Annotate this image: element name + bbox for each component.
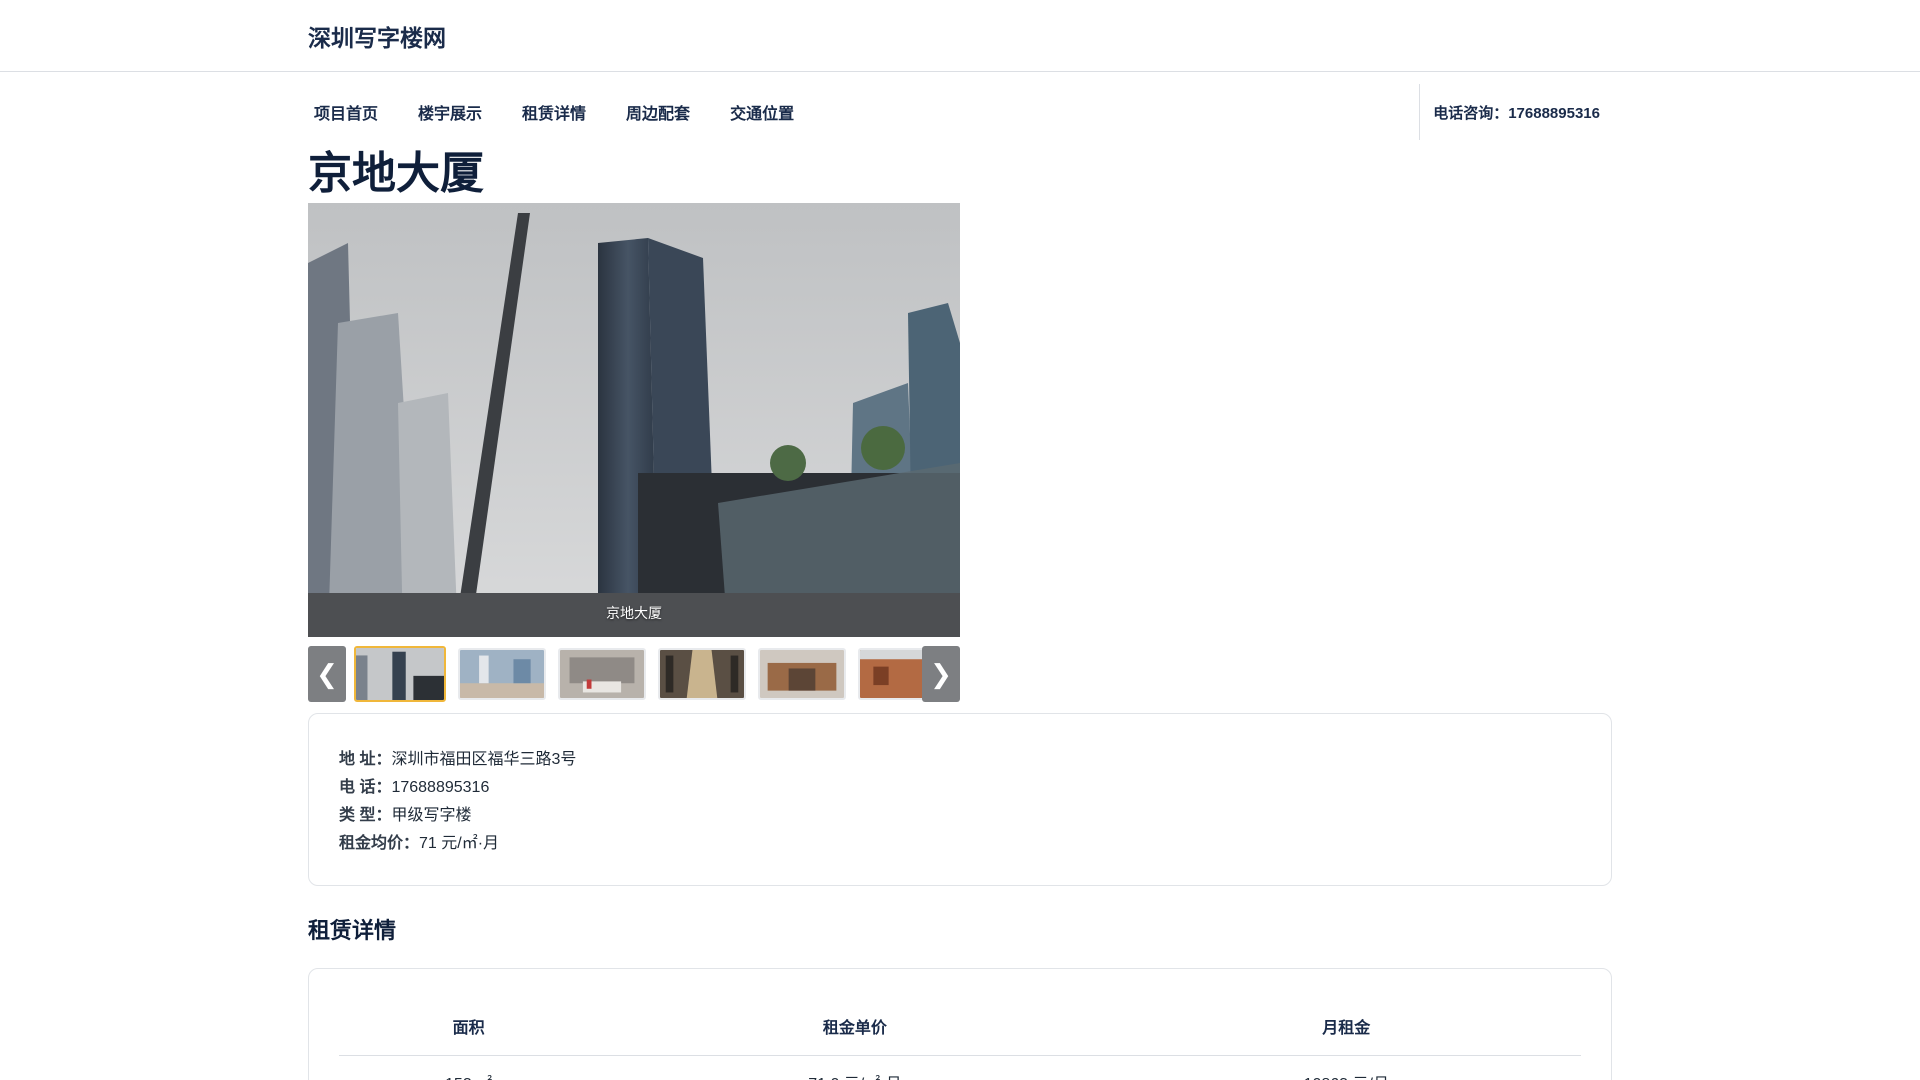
thumbnail-image <box>860 650 922 698</box>
thumbnail-2[interactable] <box>458 648 546 700</box>
phone-value: 17688895316 <box>391 779 490 796</box>
thumbnail-image <box>460 650 544 698</box>
page-title: 京地大厦 <box>308 149 484 198</box>
thumbnail-image <box>760 650 844 698</box>
rent-line: 租金均价：71 元/㎡·月 <box>339 830 1581 858</box>
hero-caption: 京地大厦 <box>606 605 662 621</box>
thumbnail-strip <box>346 646 922 702</box>
thumbnail-5[interactable] <box>758 648 846 700</box>
thumbnail-4[interactable] <box>658 648 746 700</box>
column-header-area: 面积 <box>339 997 599 1056</box>
type-value: 甲级写字楼 <box>391 807 472 824</box>
site-header: 深圳写字楼网 <box>0 0 1920 72</box>
rental-section-title: 租赁详情 <box>308 918 397 943</box>
phone-label: 电 话： <box>339 779 392 796</box>
nav-bar: 项目首页 楼宇展示 租赁详情 周边配套 交通位置 电话咨询：1768889531… <box>308 84 1612 140</box>
thumbnail-image <box>660 650 744 698</box>
phone-line: 电 话：17688895316 <box>339 774 1581 802</box>
nav-item-amenities[interactable]: 周边配套 <box>620 100 696 124</box>
type-label: 类 型： <box>339 807 392 824</box>
nav-item-location[interactable]: 交通位置 <box>724 100 800 124</box>
nav-item-home[interactable]: 项目首页 <box>308 100 384 124</box>
thumbnail-image <box>356 648 444 700</box>
phone-contact[interactable]: 电话咨询：17688895316 <box>1419 84 1612 140</box>
thumbnail-carousel: ❮ ❯ <box>308 646 960 702</box>
rent-label: 租金均价： <box>339 835 420 852</box>
type-line: 类 型：甲级写字楼 <box>339 802 1581 830</box>
address-value: 深圳市福田区福华三路3号 <box>391 751 577 768</box>
prev-arrow-button[interactable]: ❮ <box>308 646 346 702</box>
cell-unit-price: 71.0 元/㎡·月 <box>598 1055 1111 1080</box>
column-header-monthly-rent: 月租金 <box>1111 997 1581 1056</box>
thumbnail-1[interactable] <box>354 646 446 702</box>
address-line: 地 址：深圳市福田区福华三路3号 <box>339 746 1581 774</box>
nav-item-gallery[interactable]: 楼宇展示 <box>412 100 488 124</box>
address-label: 地 址： <box>339 751 392 768</box>
building-info-card: 地 址：深圳市福田区福华三路3号 电 话：17688895316 类 型：甲级写… <box>308 713 1612 886</box>
building-photo <box>308 203 960 637</box>
thumbnail-6[interactable] <box>858 648 922 700</box>
column-header-unit-price: 租金单价 <box>598 997 1112 1056</box>
rental-table-card: 面积 租金单价 月租金 153 ㎡ 71.0 元/㎡·月 10863 元/月 <box>308 968 1612 1080</box>
cell-monthly-rent: 10863 元/月 <box>1112 1055 1581 1080</box>
next-arrow-button[interactable]: ❯ <box>922 646 960 702</box>
table-header-row: 面积 租金单价 月租金 <box>339 997 1581 1056</box>
hero-image[interactable]: 京地大厦 <box>308 203 960 637</box>
cell-area: 153 ㎡ <box>339 1055 598 1080</box>
rental-table: 面积 租金单价 月租金 153 ㎡ 71.0 元/㎡·月 10863 元/月 <box>339 997 1581 1080</box>
main-nav: 项目首页 楼宇展示 租赁详情 周边配套 交通位置 <box>308 84 828 140</box>
site-title[interactable]: 深圳写字楼网 <box>308 19 1612 53</box>
thumbnail-3[interactable] <box>558 648 646 700</box>
rent-value: 71 元/㎡·月 <box>419 835 500 852</box>
nav-item-rental[interactable]: 租赁详情 <box>516 100 592 124</box>
table-row[interactable]: 153 ㎡ 71.0 元/㎡·月 10863 元/月 <box>339 1055 1581 1080</box>
thumbnail-image <box>560 650 644 698</box>
